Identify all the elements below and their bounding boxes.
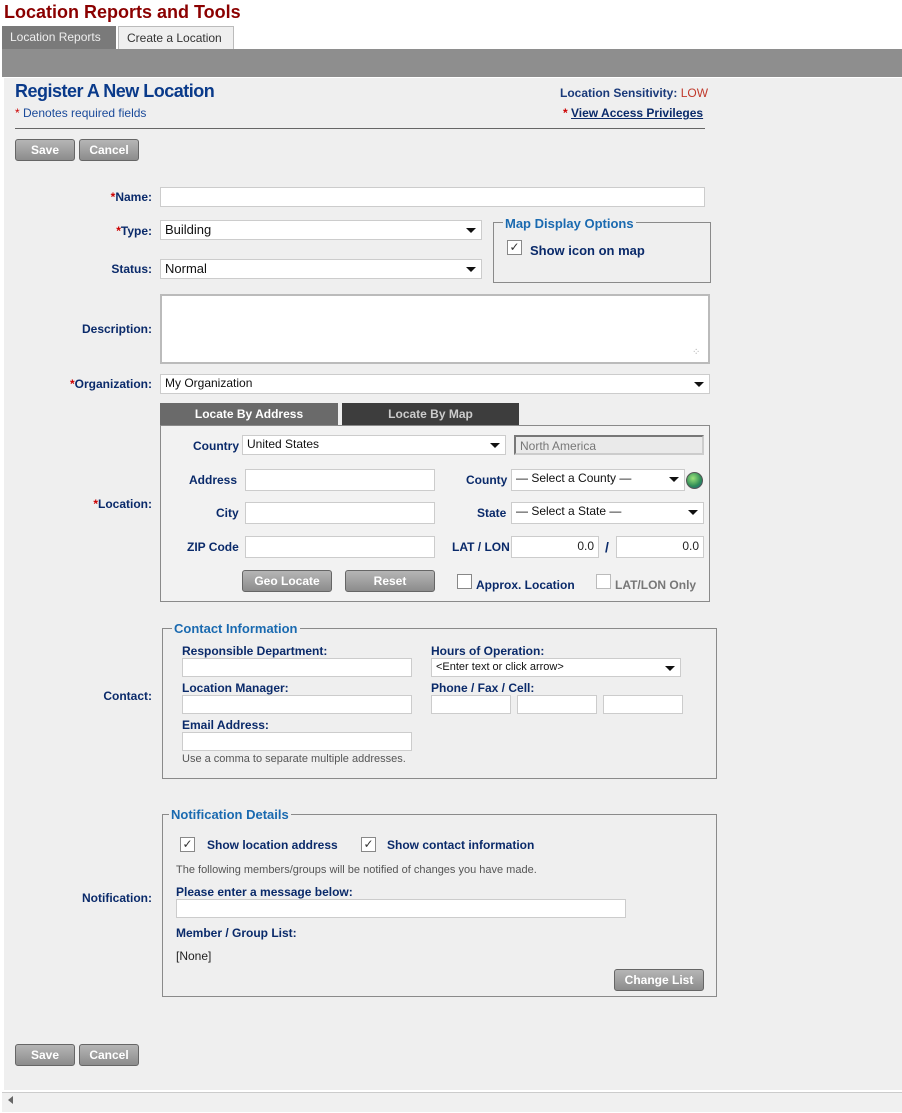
- contact-label: Contact:: [103, 689, 152, 703]
- top-bar: [2, 49, 902, 77]
- scroll-left-icon[interactable]: [8, 1096, 13, 1104]
- show-contact-label: Show contact information: [387, 838, 535, 852]
- lon-input[interactable]: 0.0: [616, 536, 704, 558]
- tab-create-location[interactable]: Create a Location: [118, 26, 234, 49]
- phone-label: Phone / Fax / Cell:: [431, 681, 535, 695]
- organization-select[interactable]: My Organization: [160, 374, 710, 394]
- map-display-legend: Map Display Options: [503, 216, 636, 231]
- chevron-down-icon: [665, 666, 675, 671]
- hours-label: Hours of Operation:: [431, 644, 545, 658]
- chevron-down-icon: [466, 228, 476, 233]
- save-button-top[interactable]: Save: [15, 139, 75, 161]
- fax-input[interactable]: [517, 695, 597, 714]
- type-select[interactable]: Building: [160, 220, 482, 240]
- manager-input[interactable]: [182, 695, 412, 714]
- description-textarea[interactable]: [160, 294, 710, 364]
- resize-handle-icon[interactable]: ⁘: [692, 347, 700, 358]
- phone-input[interactable]: [431, 695, 511, 714]
- horizontal-scrollbar[interactable]: [2, 1092, 902, 1112]
- app-title: Location Reports and Tools: [4, 2, 241, 22]
- page-title: Register A New Location: [15, 81, 215, 101]
- member-list-label: Member / Group List:: [176, 926, 297, 940]
- email-hint: Use a comma to separate multiple address…: [182, 753, 406, 765]
- latlon-only-label: LAT/LON Only: [615, 578, 697, 592]
- notification-label: Notification:: [82, 891, 152, 905]
- type-label: *Type:: [116, 224, 152, 238]
- county-select[interactable]: — Select a County —: [511, 469, 685, 491]
- location-sensitivity: Location Sensitivity: LOW: [560, 86, 709, 100]
- hours-select[interactable]: <Enter text or click arrow>: [431, 658, 681, 677]
- show-contact-checkbox[interactable]: ✓: [361, 837, 376, 852]
- organization-label: *Organization:: [69, 377, 152, 391]
- name-label: *Name:: [110, 190, 152, 204]
- cell-input[interactable]: [603, 695, 683, 714]
- sensitivity-value: LOW: [680, 86, 709, 100]
- tab-locate-by-map[interactable]: Locate By Map: [342, 403, 519, 425]
- view-access-link[interactable]: View Access Privileges: [571, 106, 703, 120]
- approx-location-checkbox[interactable]: [457, 574, 472, 589]
- chevron-down-icon: [694, 382, 704, 387]
- city-label: City: [216, 506, 239, 520]
- email-input[interactable]: [182, 732, 412, 751]
- email-label: Email Address:: [182, 718, 269, 732]
- description-label: Description:: [81, 322, 152, 336]
- geo-locate-button[interactable]: Geo Locate: [242, 570, 332, 592]
- contact-legend: Contact Information: [172, 621, 300, 636]
- state-select[interactable]: — Select a State —: [511, 502, 704, 524]
- address-label: Address: [189, 473, 238, 487]
- show-icon-checkbox[interactable]: ✓: [507, 240, 522, 255]
- state-label: State: [477, 506, 507, 520]
- member-list-value: [None]: [176, 949, 212, 963]
- chevron-down-icon: [669, 477, 679, 482]
- lat-input[interactable]: 0.0: [511, 536, 599, 558]
- region-field: North America: [514, 435, 704, 455]
- address-input[interactable]: [245, 469, 435, 491]
- latlon-only-checkbox[interactable]: [596, 574, 611, 589]
- reset-button[interactable]: Reset: [345, 570, 435, 592]
- country-label: Country: [193, 439, 239, 453]
- latlon-separator: /: [605, 539, 609, 555]
- show-icon-label: Show icon on map: [530, 243, 645, 258]
- dept-label: Responsible Department:: [182, 644, 328, 658]
- message-input[interactable]: [176, 899, 626, 918]
- show-address-label: Show location address: [207, 838, 338, 852]
- status-label: Status:: [111, 262, 152, 276]
- chevron-down-icon: [466, 267, 476, 272]
- notification-info: The following members/groups will be not…: [176, 864, 537, 876]
- change-list-button[interactable]: Change List: [614, 969, 704, 991]
- county-label: County: [466, 473, 508, 487]
- tab-locate-by-address[interactable]: Locate By Address: [160, 403, 338, 425]
- save-button-bottom[interactable]: Save: [15, 1044, 75, 1066]
- zip-label: ZIP Code: [187, 540, 239, 554]
- access-privileges: * View Access Privileges: [563, 106, 704, 120]
- globe-icon[interactable]: [686, 472, 703, 489]
- divider: [15, 128, 705, 129]
- required-note: * Denotes required fields: [15, 106, 147, 120]
- zip-input[interactable]: [245, 536, 435, 558]
- name-input[interactable]: [160, 187, 705, 207]
- approx-location-label: Approx. Location: [476, 578, 575, 592]
- chevron-down-icon: [688, 510, 698, 515]
- latlon-label: LAT / LON: [452, 540, 510, 554]
- chevron-down-icon: [490, 443, 500, 448]
- manager-label: Location Manager:: [182, 681, 289, 695]
- city-input[interactable]: [245, 502, 435, 524]
- dept-input[interactable]: [182, 658, 412, 677]
- location-label: *Location:: [93, 497, 152, 511]
- status-select[interactable]: Normal: [160, 259, 482, 279]
- tab-location-reports[interactable]: Location Reports: [2, 26, 116, 49]
- country-select[interactable]: United States: [242, 435, 506, 455]
- cancel-button-bottom[interactable]: Cancel: [79, 1044, 139, 1066]
- cancel-button-top[interactable]: Cancel: [79, 139, 139, 161]
- show-address-checkbox[interactable]: ✓: [180, 837, 195, 852]
- message-label: Please enter a message below:: [176, 885, 353, 899]
- notification-legend: Notification Details: [169, 807, 291, 822]
